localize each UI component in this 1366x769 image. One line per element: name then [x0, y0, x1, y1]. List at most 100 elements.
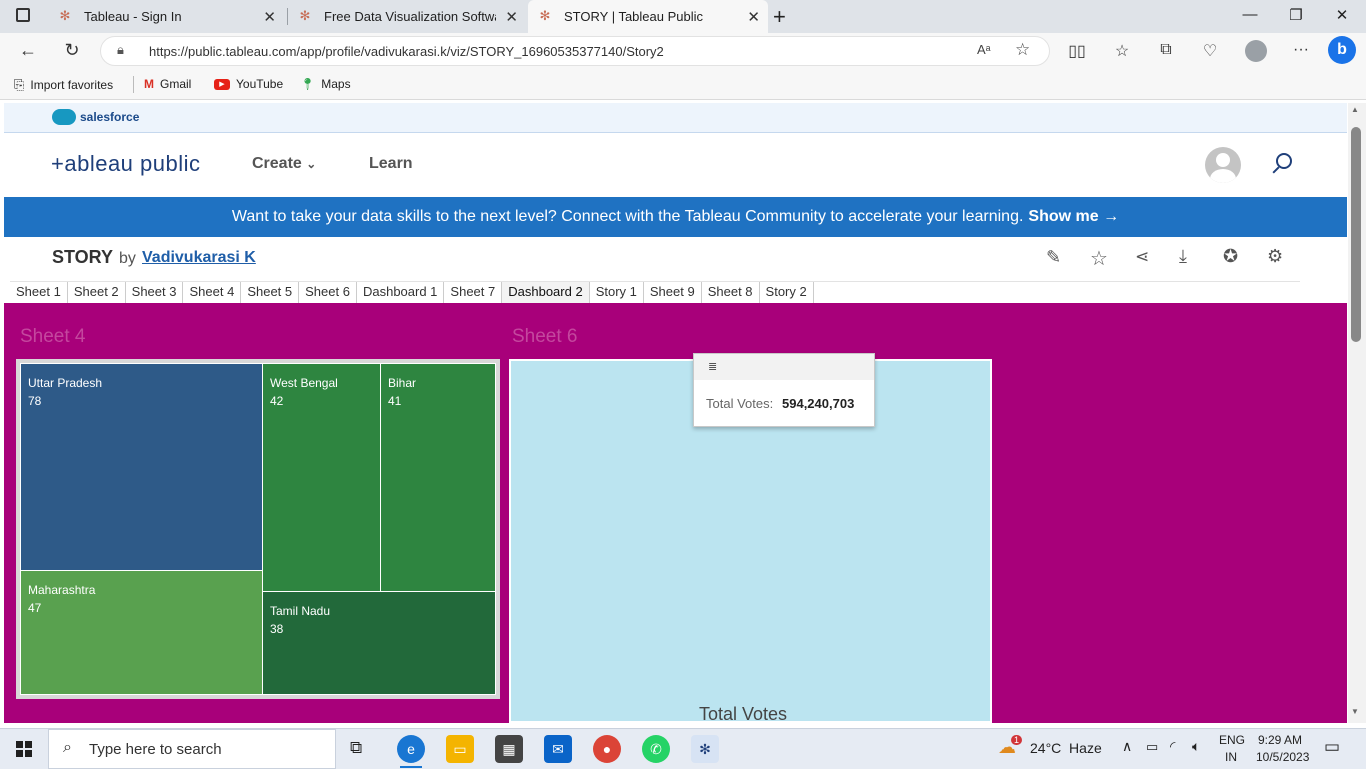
file-explorer-icon[interactable]: ▭ — [446, 735, 474, 763]
split-screen-icon[interactable]: ▯▯ — [1066, 41, 1088, 61]
browser-essentials-icon[interactable]: ♡ — [1199, 41, 1221, 61]
fav-maps[interactable]: 📍︎ Maps — [300, 77, 351, 91]
language-eng[interactable]: ENG — [1219, 733, 1245, 747]
chevron-up-icon[interactable]: ∧ — [1122, 738, 1132, 755]
search-icon[interactable] — [1272, 153, 1292, 174]
tab-actions-icon[interactable] — [16, 8, 30, 22]
user-avatar[interactable] — [1205, 147, 1241, 183]
maps-icon: 📍︎ — [300, 77, 316, 91]
volume-icon[interactable]: 🔈︎ — [1192, 738, 1200, 755]
new-tab-icon[interactable]: + — [773, 4, 786, 30]
bing-copilot-icon[interactable]: b — [1328, 36, 1356, 64]
refresh-icon[interactable]: ↻ — [60, 40, 84, 61]
close-tab-icon[interactable]: ✕ — [505, 8, 518, 26]
weather-text[interactable]: 24°C Haze — [1030, 740, 1102, 756]
read-aloud-icon[interactable]: Aᵃ — [977, 42, 991, 57]
taskbar-search-placeholder: Type here to search — [89, 741, 222, 758]
community-banner: Want to take your data skills to the nex… — [4, 197, 1347, 237]
restore-icon[interactable]: ❐ — [1286, 6, 1306, 24]
tableau-public-logo[interactable]: +ableau public — [51, 151, 201, 177]
tab-story-1[interactable]: Story 1 — [590, 282, 644, 303]
close-tab-icon[interactable]: ✕ — [263, 8, 276, 26]
battery-icon[interactable]: ▭ — [1146, 739, 1158, 755]
whatsapp-icon[interactable]: ✆ — [642, 735, 670, 763]
nav-learn[interactable]: Learn — [369, 155, 413, 173]
viz-header: STORY by Vadivukarasi K ✎ ☆ ⋖ ⤓ ✪ ⚙ — [4, 237, 1347, 281]
mail-icon[interactable]: ✉ — [544, 735, 572, 763]
notifications-icon[interactable]: ▭ — [1324, 737, 1340, 757]
gmail-icon: M — [144, 77, 154, 91]
taskbar-search-box[interactable]: ⌕ Type here to search — [48, 729, 336, 769]
tab-sheet-1[interactable]: Sheet 1 — [10, 282, 68, 303]
fav-youtube[interactable]: ▶ YouTube — [214, 77, 283, 91]
task-view-icon[interactable]: ⧉ — [350, 738, 362, 758]
back-icon[interactable]: ← — [16, 40, 40, 61]
address-bar[interactable]: 🔒︎ https://public.tableau.com/app/profil… — [100, 36, 1050, 66]
tab-sheet-3[interactable]: Sheet 3 — [126, 282, 184, 303]
tooltip-value: 594,240,703 — [782, 396, 855, 411]
browser-tab-tableau-signin[interactable]: ✻ Tableau - Sign In ✕ — [48, 0, 284, 33]
tab-sheet-5[interactable]: Sheet 5 — [241, 282, 300, 303]
wifi-icon[interactable]: ◜ — [1170, 738, 1175, 755]
treemap-cell-bihar[interactable]: Bihar 41 — [380, 363, 496, 592]
tab-dashboard-2[interactable]: Dashboard 2 — [502, 282, 590, 303]
favorites-icon[interactable]: ☆ — [1111, 41, 1133, 61]
chrome-icon[interactable]: ● — [593, 735, 621, 763]
treemap-cell-west-bengal[interactable]: West Bengal 42 — [262, 363, 381, 592]
treemap-cell-uttar-pradesh[interactable]: Uttar Pradesh 78 — [20, 363, 263, 571]
tab-sheet-9[interactable]: Sheet 9 — [644, 282, 702, 303]
collections-icon[interactable]: ⧉ — [1155, 41, 1177, 59]
favorite-star-icon[interactable]: ☆ — [1015, 40, 1030, 60]
browser-tab-free-data-viz[interactable]: ✻ Free Data Visualization Software ✕ — [288, 0, 526, 33]
tab-sheet-7[interactable]: Sheet 7 — [444, 282, 503, 303]
tab-sheet-2[interactable]: Sheet 2 — [68, 282, 126, 303]
treemap-cell-maharashtra[interactable]: Maharashtra 47 — [20, 570, 263, 695]
clock-date: 10/5/2023 — [1256, 750, 1310, 764]
author-link[interactable]: Vadivukarasi K — [142, 249, 256, 267]
tab-sheet-6[interactable]: Sheet 6 — [299, 282, 357, 303]
chevron-down-icon: ⌄ — [306, 157, 317, 171]
import-icon: ⎘ — [14, 77, 25, 92]
edit-viz-icon[interactable]: ✎ — [1046, 247, 1061, 268]
edge-icon[interactable]: e — [397, 735, 425, 763]
browser-tab-strip: ✻ Tableau - Sign In ✕ ✻ Free Data Visual… — [0, 0, 1366, 33]
clock-time[interactable]: 9:29 AM — [1258, 733, 1302, 747]
tab-sheet-4[interactable]: Sheet 4 — [183, 282, 242, 303]
tableau-favicon-icon: ✻ — [59, 8, 71, 23]
browser-tab-story[interactable]: ✻ STORY | Tableau Public ✕ — [528, 0, 768, 33]
tab-sheet-8[interactable]: Sheet 8 — [702, 282, 760, 303]
nav-create[interactable]: Create ⌄ — [252, 155, 316, 173]
lock-icon: 🔒︎ — [117, 42, 124, 57]
fav-gmail[interactable]: M Gmail — [144, 77, 191, 91]
viz-title: STORY — [52, 247, 114, 267]
treemap-cell-tamil-nadu[interactable]: Tamil Nadu 38 — [262, 591, 496, 695]
viz-by: by — [119, 250, 136, 267]
show-me-link[interactable]: Show me → — [1028, 208, 1119, 226]
favorite-icon[interactable]: ☆ — [1090, 246, 1108, 271]
salesforce-label: salesforce — [80, 110, 140, 124]
profile-avatar[interactable] — [1245, 40, 1267, 62]
view-data-icon[interactable]: ≣ — [708, 360, 717, 373]
settings-gear-icon[interactable]: ⚙ — [1267, 246, 1283, 267]
tab-story-2[interactable]: Story 2 — [760, 282, 814, 303]
tableau-public-nav: +ableau public Create ⌄ Learn — [4, 133, 1347, 197]
store-icon[interactable]: ▦ — [495, 735, 523, 763]
minimize-icon[interactable]: — — [1240, 6, 1260, 23]
more-menu-icon[interactable]: ··· — [1290, 41, 1312, 59]
sheet4-treemap: Uttar Pradesh 78 West Bengal 42 Bihar 41… — [16, 359, 500, 699]
url-text[interactable]: https://public.tableau.com/app/profile/v… — [149, 44, 664, 59]
sheet4-title: Sheet 4 — [20, 326, 86, 347]
badge-icon[interactable]: ✪ — [1223, 246, 1238, 267]
tab-dashboard-1[interactable]: Dashboard 1 — [357, 282, 445, 303]
windows-start-icon[interactable] — [16, 741, 32, 757]
download-icon[interactable]: ⤓ — [1179, 246, 1187, 267]
sheet6-title: Sheet 6 — [512, 326, 578, 347]
page-scrollbar[interactable]: ▲ ▼ — [1348, 103, 1366, 723]
tableau-app-icon[interactable]: ✻ — [691, 735, 719, 763]
share-icon[interactable]: ⋖ — [1135, 247, 1149, 267]
fav-import-favorites[interactable]: ⎘ Import favorites — [14, 77, 113, 93]
close-window-icon[interactable]: ✕ — [1332, 6, 1352, 24]
tooltip-header — [694, 354, 874, 380]
salesforce-cloud-icon — [52, 109, 76, 125]
close-tab-icon[interactable]: ✕ — [747, 8, 760, 26]
